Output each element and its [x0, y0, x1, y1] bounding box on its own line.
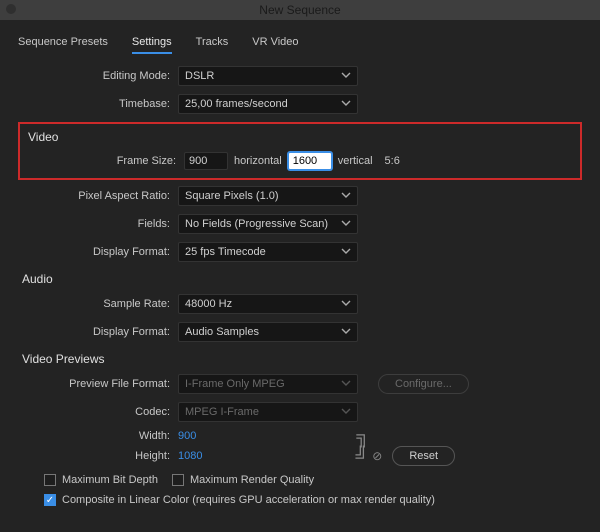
chevron-down-icon: [341, 190, 351, 203]
tab-vr-video[interactable]: VR Video: [252, 36, 298, 54]
reset-button[interactable]: Reset: [392, 446, 455, 466]
max-render-quality-checkbox[interactable]: Maximum Render Quality: [172, 474, 314, 486]
configure-button: Configure...: [378, 374, 469, 394]
chevron-down-icon: [341, 218, 351, 231]
frame-height-input[interactable]: 1600: [288, 152, 332, 170]
sample-rate-label: Sample Rate:: [18, 298, 178, 310]
editing-mode-label: Editing Mode:: [18, 70, 178, 82]
editing-mode-select[interactable]: DSLR: [178, 66, 358, 86]
timebase-label: Timebase:: [18, 98, 178, 110]
link-bracket-icon: ╗: [356, 431, 369, 441]
sample-rate-select[interactable]: 48000 Hz: [178, 294, 358, 314]
link-icon[interactable]: ⊘: [372, 449, 382, 463]
highlight-frame-size: Video Frame Size: 900 horizontal 1600 ve…: [18, 122, 582, 180]
timebase-value: 25,00 frames/second: [185, 98, 288, 110]
pixel-aspect-ratio-value: Square Pixels (1.0): [185, 190, 279, 202]
video-display-format-select[interactable]: 25 fps Timecode: [178, 242, 358, 262]
preview-width-label: Width:: [18, 430, 178, 442]
max-render-quality-label: Maximum Render Quality: [190, 474, 314, 486]
tab-bar: Sequence Presets Settings Tracks VR Vide…: [18, 30, 582, 66]
fields-value: No Fields (Progressive Scan): [185, 218, 328, 230]
aspect-ratio: 5:6: [385, 155, 400, 167]
chevron-down-icon: [341, 246, 351, 259]
chevron-down-icon: [341, 298, 351, 311]
checkbox-icon: [172, 474, 184, 486]
preview-height-value[interactable]: 1080: [178, 450, 202, 462]
chevron-down-icon: [341, 326, 351, 339]
audio-display-format-label: Display Format:: [18, 326, 178, 338]
editing-mode-value: DSLR: [185, 70, 214, 82]
frame-size-label: Frame Size:: [24, 155, 184, 167]
link-bracket-icon: ╝: [355, 451, 368, 461]
max-bit-depth-label: Maximum Bit Depth: [62, 474, 158, 486]
window-title: New Sequence: [259, 3, 340, 17]
chevron-down-icon: [341, 406, 351, 419]
tab-sequence-presets[interactable]: Sequence Presets: [18, 36, 108, 54]
preview-width-value[interactable]: 900: [178, 430, 196, 442]
titlebar: New Sequence: [0, 0, 600, 20]
audio-display-format-value: Audio Samples: [185, 326, 259, 338]
composite-linear-checkbox[interactable]: ✓ Composite in Linear Color (requires GP…: [44, 494, 435, 506]
sample-rate-value: 48000 Hz: [185, 298, 232, 310]
fields-label: Fields:: [18, 218, 178, 230]
tab-tracks[interactable]: Tracks: [196, 36, 229, 54]
window-buttons: [6, 4, 16, 14]
preview-file-format-label: Preview File Format:: [18, 378, 178, 390]
dialog-panel: Sequence Presets Settings Tracks VR Vide…: [0, 20, 600, 532]
horizontal-label: horizontal: [234, 155, 282, 167]
close-window-icon[interactable]: [6, 4, 16, 14]
fields-select[interactable]: No Fields (Progressive Scan): [178, 214, 358, 234]
video-section-title: Video: [28, 130, 576, 144]
preview-file-format-select: I-Frame Only MPEG: [178, 374, 358, 394]
max-bit-depth-checkbox[interactable]: Maximum Bit Depth: [44, 474, 158, 486]
checkbox-checked-icon: ✓: [44, 494, 56, 506]
chevron-down-icon: [341, 98, 351, 111]
vertical-label: vertical: [338, 155, 373, 167]
checkbox-icon: [44, 474, 56, 486]
codec-value: MPEG I-Frame: [185, 406, 259, 418]
tab-settings[interactable]: Settings: [132, 36, 172, 54]
frame-width-input[interactable]: 900: [184, 152, 228, 170]
audio-section-title: Audio: [22, 272, 582, 286]
chevron-down-icon: [341, 378, 351, 391]
audio-display-format-select[interactable]: Audio Samples: [178, 322, 358, 342]
timebase-select[interactable]: 25,00 frames/second: [178, 94, 358, 114]
preview-file-format-value: I-Frame Only MPEG: [185, 378, 285, 390]
video-display-format-label: Display Format:: [18, 246, 178, 258]
pixel-aspect-ratio-select[interactable]: Square Pixels (1.0): [178, 186, 358, 206]
video-display-format-value: 25 fps Timecode: [185, 246, 266, 258]
pixel-aspect-ratio-label: Pixel Aspect Ratio:: [18, 190, 178, 202]
chevron-down-icon: [341, 70, 351, 83]
codec-select: MPEG I-Frame: [178, 402, 358, 422]
video-previews-section-title: Video Previews: [22, 352, 582, 366]
codec-label: Codec:: [18, 406, 178, 418]
preview-height-label: Height:: [18, 450, 178, 462]
composite-linear-label: Composite in Linear Color (requires GPU …: [62, 494, 435, 506]
